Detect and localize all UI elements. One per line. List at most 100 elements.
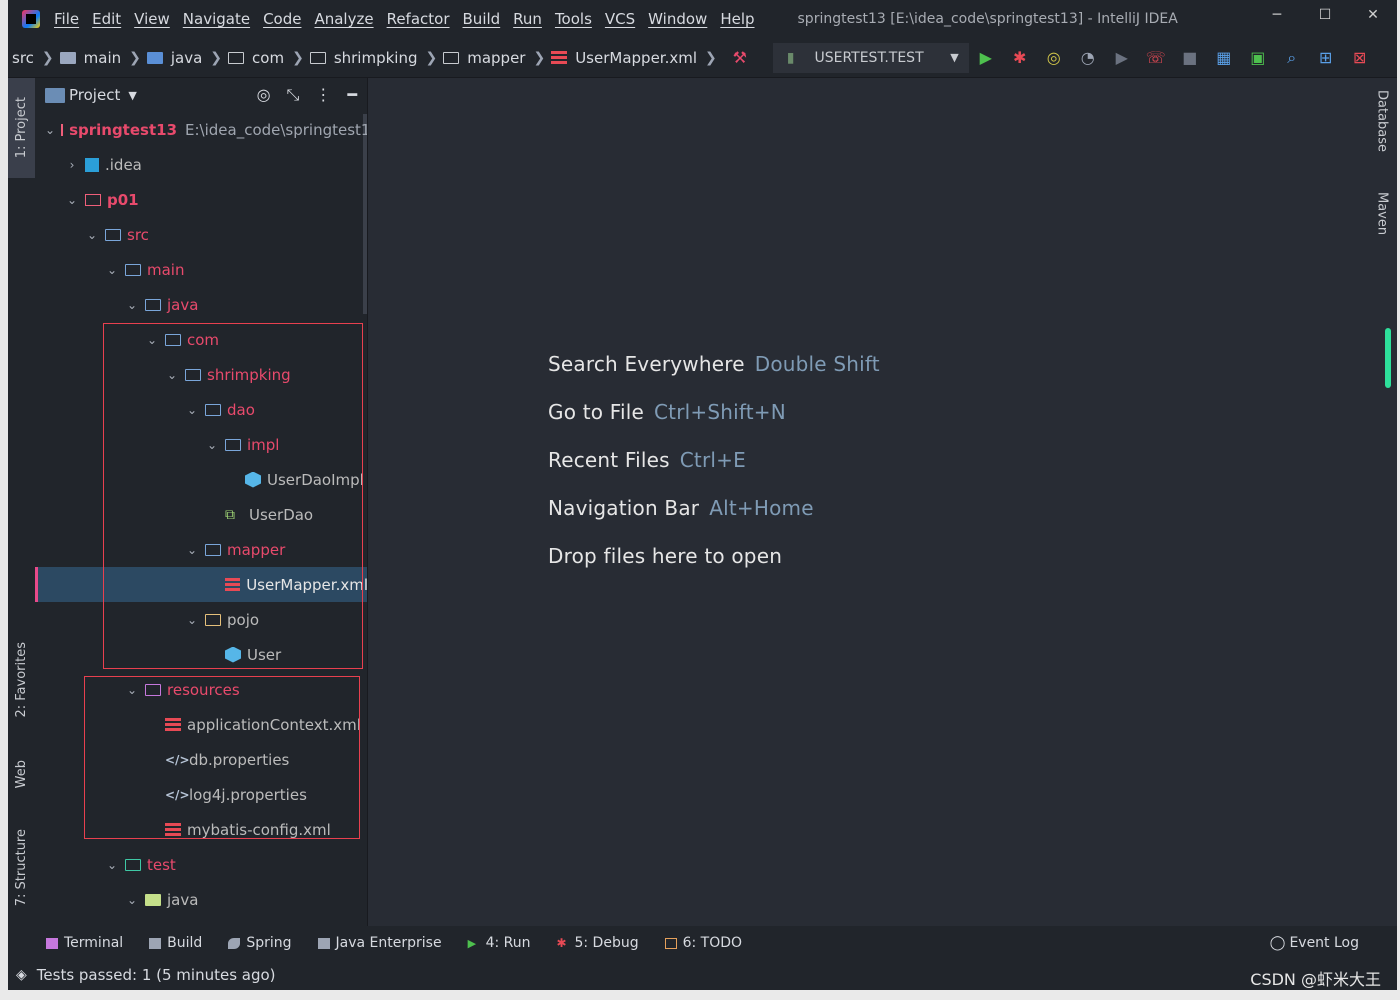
expand-arrow-icon[interactable]: ⌄ [185,613,199,627]
tab-java-enterprise[interactable]: Java Enterprise [317,935,442,951]
menu-help[interactable]: Help [720,10,754,28]
collapse-arrow-icon[interactable]: › [65,158,79,172]
menu-tools[interactable]: Tools [555,10,592,28]
tree-item-impl[interactable]: ⌄ impl [35,427,367,462]
menu-build[interactable]: Build [463,10,501,28]
event-log-button[interactable]: ◯ Event Log [1270,935,1359,951]
tab-favorites[interactable]: 2: Favorites [8,630,35,730]
tab-todo[interactable]: 6: TODO [664,935,742,951]
tree-item-pojo[interactable]: ⌄ pojo [35,602,367,637]
menu-refactor[interactable]: Refactor [387,10,450,28]
tree-item-userdao[interactable]: ⧉ UserDao [35,497,367,532]
tab-terminal[interactable]: Terminal [46,935,123,951]
tree-item-p01[interactable]: ⌄ p01 [35,182,367,217]
debug-icon[interactable]: ✱ [1003,43,1037,73]
expand-arrow-icon[interactable]: ⌄ [205,438,219,452]
tree-item-mapper[interactable]: ⌄ mapper [35,532,367,567]
menu-edit[interactable]: Edit [92,10,121,28]
expand-arrow-icon[interactable]: ⌄ [105,263,119,277]
breadcrumb-mapper[interactable]: mapper ❯ [443,49,545,67]
tab-maven[interactable]: Maven [1370,192,1394,235]
terminal-icon[interactable]: ▣ [1241,43,1275,73]
run-configuration-select[interactable]: ▮ USERTEST.TEST ▼ [772,42,969,73]
expand-arrow-icon[interactable]: ⌄ [105,858,119,872]
hint-go-to-file: Go to File Ctrl+Shift+N [548,400,786,424]
tree-item-usermapper-xml[interactable]: UserMapper.xml [35,567,367,602]
hide-panel-icon[interactable]: ━ [347,85,357,105]
tree-item-main[interactable]: ⌄ main [35,252,367,287]
breadcrumb-src[interactable]: src ❯ [12,49,54,67]
collapse-all-icon[interactable]: ⤡ [287,85,300,105]
tab-project[interactable]: 1: Project [8,78,35,178]
run-with-coverage-icon[interactable]: ◎ [1037,43,1071,73]
tab-debug[interactable]: ✱ 5: Debug [556,935,638,951]
breadcrumb-usermapper-xml[interactable]: UserMapper.xml ❯ [551,49,717,67]
menu-run[interactable]: Run [513,10,542,28]
expand-arrow-icon[interactable]: ⌄ [185,403,199,417]
tab-run[interactable]: ▶ 4: Run [468,935,531,951]
project-structure-icon[interactable]: ▦ [1207,43,1241,73]
attach-debugger-icon[interactable]: ☏ [1139,43,1173,73]
expand-arrow-icon[interactable]: ⌄ [165,368,179,382]
tree-item-com[interactable]: ⌄ com [35,322,367,357]
build-hammer-icon[interactable]: ⚒ [723,43,757,73]
menu-window[interactable]: Window [648,10,707,28]
editor-empty-area[interactable]: Search Everywhere Double Shift Go to File… [368,78,1374,926]
status-message[interactable]: Tests passed: 1 (5 minutes ago) [37,966,276,984]
menu-code[interactable]: Code [263,10,301,28]
tree-item-idea[interactable]: › .idea [35,147,367,182]
menu-navigate[interactable]: Navigate [183,10,250,28]
tree-item-resources[interactable]: ⌄ resources [35,672,367,707]
tree-item-dao[interactable]: ⌄ dao [35,392,367,427]
run-icon[interactable]: ▶ [969,43,1003,73]
tab-build[interactable]: Build [149,935,202,951]
minimize-button[interactable]: ─ [1253,0,1301,30]
expand-arrow-icon[interactable]: ⌄ [125,298,139,312]
breadcrumb-main[interactable]: main ❯ [59,49,141,67]
tree-item-applicationcontext-xml[interactable]: applicationContext.xml [35,707,367,742]
expand-arrow-icon[interactable]: ⌄ [125,683,139,697]
chevron-down-icon[interactable]: ▼ [128,89,136,102]
tab-spring[interactable]: Spring [228,935,292,951]
locate-target-icon[interactable]: ◎ [257,85,271,105]
expand-arrow-icon[interactable]: ⌄ [45,123,55,137]
tree-item-log4j-properties[interactable]: </> log4j.properties [35,777,367,812]
tab-structure[interactable]: 7: Structure [8,818,35,918]
expand-arrow-icon[interactable]: ⌄ [65,193,79,207]
tree-item-src[interactable]: ⌄ src [35,217,367,252]
menu-view[interactable]: View [134,10,170,28]
more-options-icon[interactable]: ⋮ [315,85,331,105]
tree-item-shrimpking[interactable]: ⌄ shrimpking [35,357,367,392]
profiler-icon[interactable]: ◔ [1071,43,1105,73]
breadcrumb-java[interactable]: java ❯ [146,49,222,67]
menu-file[interactable]: File [54,10,79,28]
tree-item-root[interactable]: ⌄ springtest13 E:\idea_code\springtest13 [35,112,367,147]
layers-icon[interactable]: ◈ [16,967,27,983]
tab-web[interactable]: Web [8,744,35,804]
run-disabled-icon[interactable]: ▶ [1105,43,1139,73]
tree-item-test-java[interactable]: ⌄ java [35,882,367,917]
translate-icon[interactable]: ⊞ [1309,43,1343,73]
breadcrumb-shrimpking[interactable]: shrimpking ❯ [309,49,437,67]
tree-item-mybatis-config-xml[interactable]: mybatis-config.xml [35,812,367,847]
tree-item-test[interactable]: ⌄ test [35,847,367,882]
stop-icon[interactable]: ■ [1173,43,1207,73]
tree-item-db-properties[interactable]: </> db.properties [35,742,367,777]
tree-item-userdaoimpl[interactable]: UserDaoImpl [35,462,367,497]
menu-vcs[interactable]: VCS [605,10,635,28]
expand-arrow-icon[interactable]: ⌄ [85,228,99,242]
expand-arrow-icon[interactable]: ⌄ [125,893,139,907]
project-view-select[interactable]: Project [69,86,120,104]
close-button[interactable]: ✕ [1349,0,1397,30]
translate-alt-icon[interactable]: ⊠ [1343,43,1377,73]
hint-navigation-bar: Navigation Bar Alt+Home [548,496,814,520]
menu-analyze[interactable]: Analyze [314,10,373,28]
expand-arrow-icon[interactable]: ⌄ [185,543,199,557]
search-icon[interactable]: ⌕ [1275,43,1309,73]
maximize-button[interactable]: ☐ [1301,0,1349,30]
tree-item-user[interactable]: User [35,637,367,672]
expand-arrow-icon[interactable]: ⌄ [145,333,159,347]
breadcrumb-com[interactable]: com ❯ [228,49,304,67]
tree-item-java[interactable]: ⌄ java [35,287,367,322]
tab-database[interactable]: Database [1370,90,1394,152]
